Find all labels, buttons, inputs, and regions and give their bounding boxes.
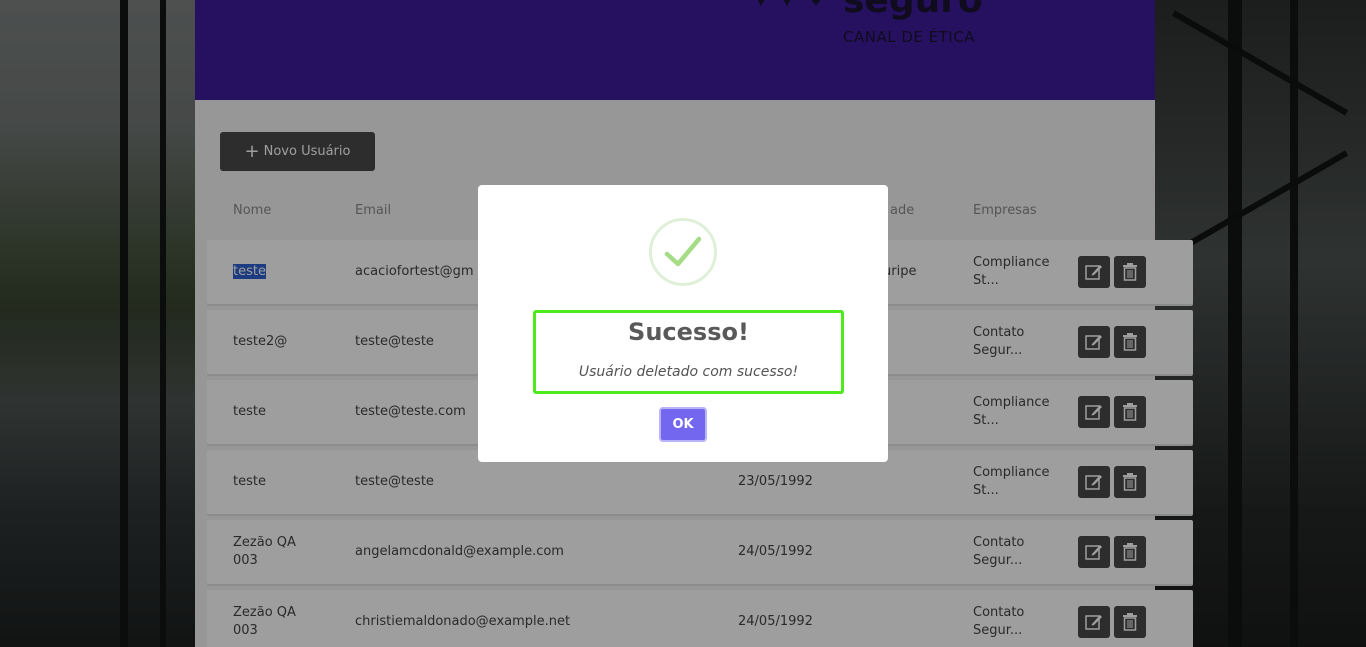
message-highlight: Sucesso! Usuário deletado com sucesso! [533,310,844,394]
modal-title: Sucesso! [628,318,749,346]
success-modal: Sucesso! Usuário deletado com sucesso! O… [478,185,888,462]
success-check-icon [649,218,717,286]
ok-button[interactable]: OK [659,407,707,442]
modal-message: Usuário deletado com sucesso! [578,364,799,380]
